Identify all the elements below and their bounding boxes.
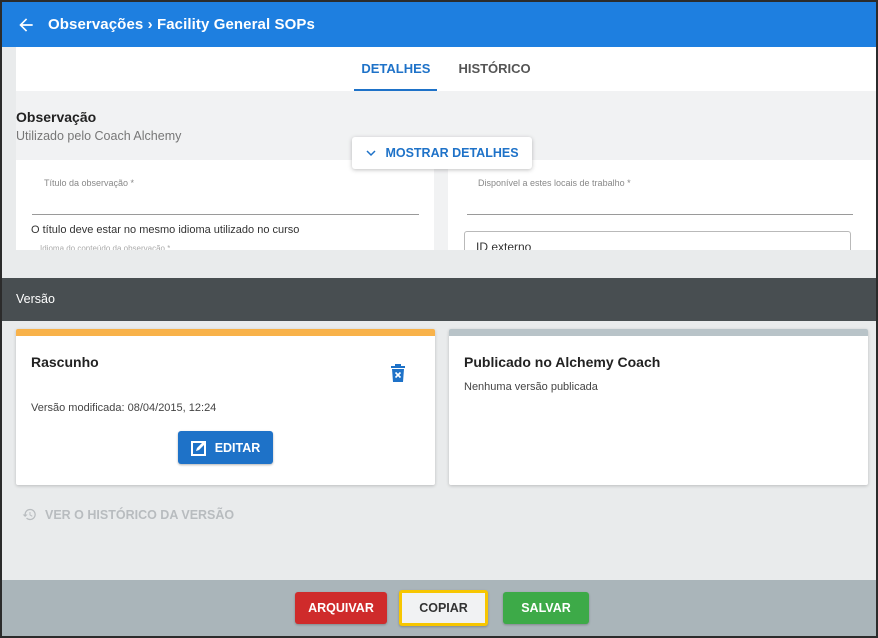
observation-heading: Observação	[16, 109, 97, 125]
draft-status-stripe	[16, 329, 435, 336]
chevron-down-icon	[366, 150, 376, 157]
tab-history[interactable]: HISTÓRICO	[451, 47, 537, 91]
version-section-header: Versão	[2, 278, 876, 321]
external-id-input[interactable]: ID externo	[464, 231, 851, 250]
app-header: Observações › Facility General SOPs	[2, 2, 876, 47]
show-details-label: MOSTRAR DETALHES	[385, 146, 519, 160]
locations-input[interactable]	[467, 214, 853, 215]
copy-button[interactable]: COPIAR	[399, 590, 488, 626]
observation-details: Observação Utilizado pelo Coach Alchemy …	[16, 91, 876, 250]
draft-title: Rascunho	[31, 354, 99, 370]
archive-button[interactable]: ARQUIVAR	[295, 592, 387, 624]
version-history-label: VER O HISTÓRICO DA VERSÃO	[45, 507, 235, 522]
tab-details[interactable]: DETALHES	[354, 47, 438, 91]
observation-subtitle: Utilizado pelo Coach Alchemy	[16, 129, 182, 143]
external-id-label: ID externo	[476, 240, 532, 250]
save-button[interactable]: SALVAR	[503, 592, 589, 624]
published-status: Nenhuma versão publicada	[464, 381, 598, 393]
app-window: Observações › Facility General SOPs DETA…	[0, 0, 878, 638]
published-status-stripe	[449, 329, 868, 336]
right-field-column: Disponível a estes locais de trabalho * …	[448, 160, 876, 250]
delete-icon[interactable]	[390, 364, 406, 382]
left-field-column: Título da observação * O título deve est…	[16, 160, 434, 250]
show-details-button[interactable]: MOSTRAR DETALHES	[352, 137, 532, 169]
locations-field-label: Disponível a estes locais de trabalho *	[478, 178, 631, 188]
title-field-label: Título da observação *	[44, 178, 135, 188]
edit-icon	[190, 440, 206, 456]
title-input[interactable]	[32, 214, 419, 215]
published-title: Publicado no Alchemy Coach	[464, 354, 661, 370]
page-title: Observações › Facility General SOPs	[48, 16, 315, 33]
tab-bar: DETALHES HISTÓRICO	[16, 47, 876, 91]
published-card: Publicado no Alchemy Coach Nenhuma versã…	[449, 329, 868, 485]
edit-button[interactable]: EDITAR	[178, 431, 273, 464]
action-bar: ARQUIVAR COPIAR SALVAR	[2, 580, 876, 636]
draft-modified-date: Versão modificada: 08/04/2015, 12:24	[31, 402, 217, 414]
edit-label: EDITAR	[214, 440, 261, 455]
draft-card: Rascunho Versão modificada: 08/04/2015, …	[16, 329, 435, 485]
arrow-left-icon[interactable]	[16, 15, 36, 35]
language-field-label: Idioma do conteúdo da observação *	[40, 244, 171, 250]
history-icon	[22, 508, 36, 521]
details-fields: Título da observação * O título deve est…	[16, 160, 876, 250]
title-hint: O título deve estar no mesmo idioma util…	[31, 224, 300, 236]
version-history-link[interactable]: VER O HISTÓRICO DA VERSÃO	[22, 507, 234, 522]
